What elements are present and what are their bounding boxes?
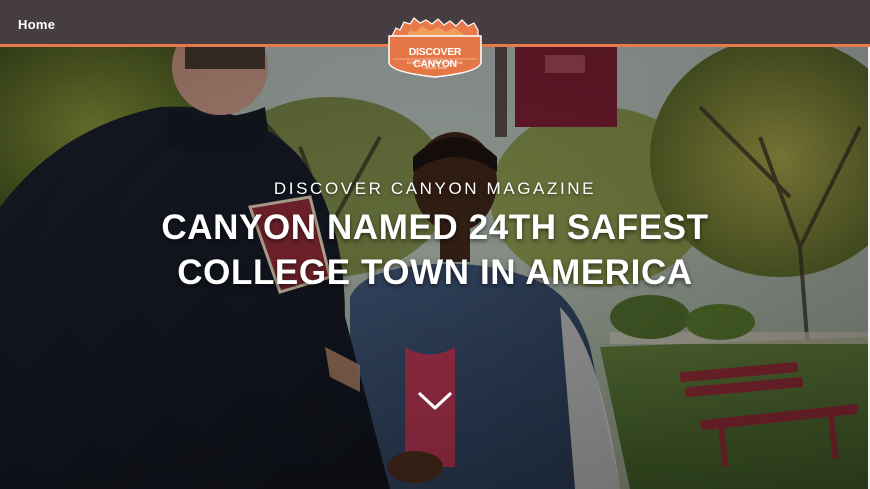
headline-line-1: CANYON NAMED 24TH SAFEST [161,208,709,247]
nav-home-link[interactable]: Home [18,17,55,32]
discover-canyon-logo[interactable]: DISCOVER CANYON DISCOVERCANYON.COM Canyo… [386,14,484,78]
scroll-down-button[interactable] [416,389,454,413]
logo-url: DISCOVERCANYON.COM [407,60,463,65]
headline-line-2: COLLEGE TOWN IN AMERICA [177,253,693,292]
logo-tagline: Canyon, Texas [423,66,447,70]
hero-section: DISCOVER CANYON MAGAZINE CANYON NAMED 24… [0,47,870,489]
hero-kicker: DISCOVER CANYON MAGAZINE [273,179,597,198]
hero-headline: CANYON NAMED 24TH SAFEST COLLEGE TOWN IN… [60,205,810,295]
chevron-down-icon [418,392,452,410]
